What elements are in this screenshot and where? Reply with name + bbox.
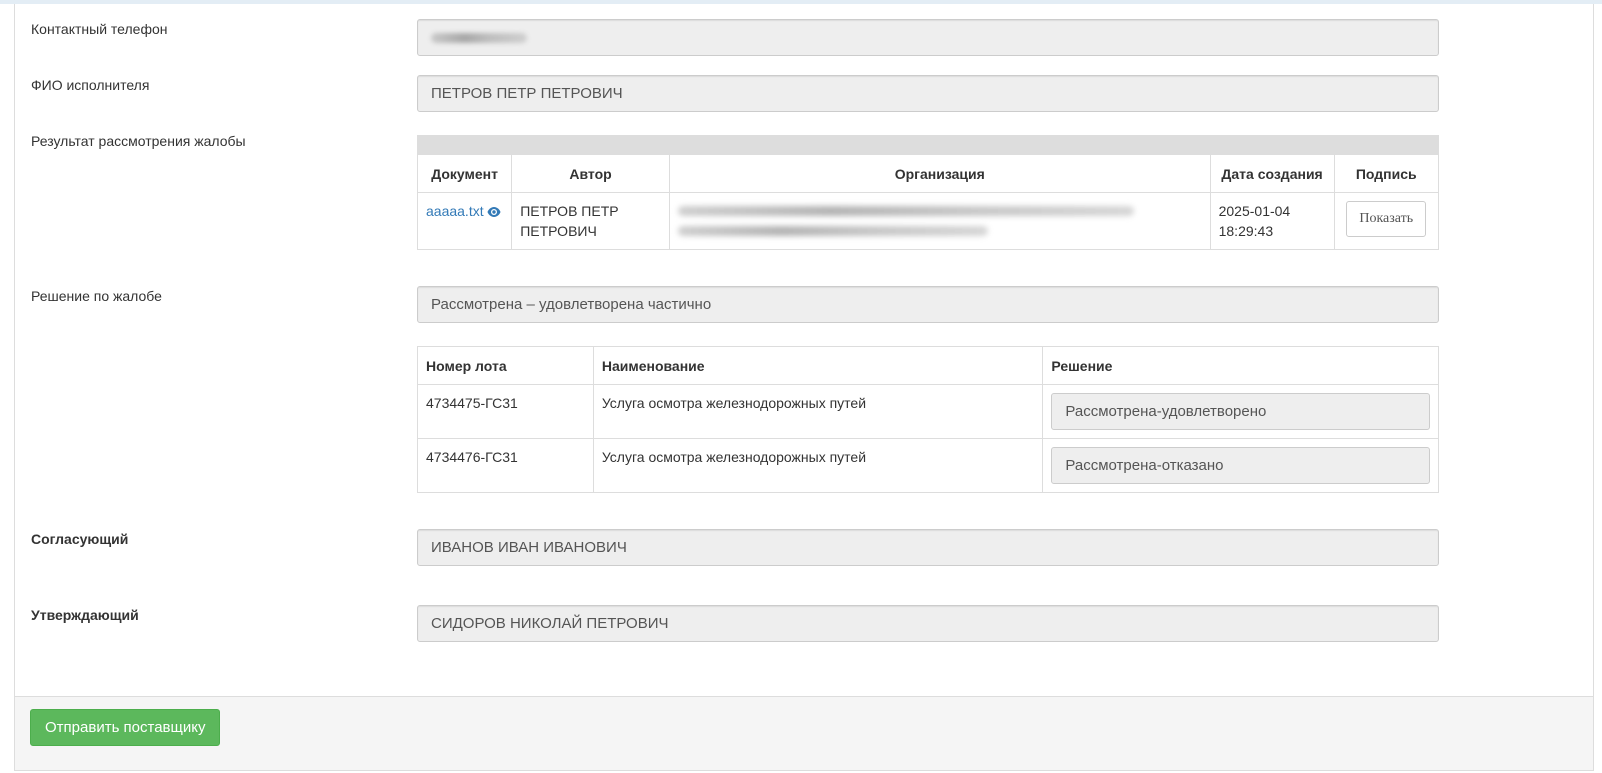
confirmer-label: Утверждающий <box>31 607 139 623</box>
col-lot-name: Наименование <box>592 346 1044 385</box>
lot-decision-field: Рассмотрена-отказано <box>1051 447 1430 484</box>
complaint-panel: Контактный телефон ФИО исполнителя ПЕТРО… <box>14 4 1594 771</box>
created-date: 2025-01-04 <box>1218 203 1291 219</box>
documents-header-row: Документ Автор Организация Дата создания… <box>416 154 1440 193</box>
approver-field: ИВАНОВ ИВАН ИВАНОВИЧ <box>417 529 1439 566</box>
col-document: Документ <box>416 154 513 193</box>
redacted-organization-line-2 <box>677 226 988 236</box>
table-row: 4734476-ГС31 Услуга осмотра железнодорож… <box>417 438 1439 493</box>
contact-phone-field <box>417 19 1439 56</box>
signature-cell: Показать <box>1333 192 1440 250</box>
author-line-2: ПЕТРОВИЧ <box>520 223 597 239</box>
col-author: Автор <box>511 154 670 193</box>
author-line-1: ПЕТРОВ ПЕТР <box>520 203 619 219</box>
decision-field: Рассмотрена – удовлетворена частично <box>417 286 1439 323</box>
approver-label: Согласующий <box>31 531 129 547</box>
redacted-organization-line-1 <box>677 206 1134 216</box>
organization-cell <box>668 192 1211 250</box>
lot-number: 4734476-ГС31 <box>417 438 594 493</box>
review-result-label: Результат рассмотрения жалобы <box>31 133 246 149</box>
lot-name: Услуга осмотра железнодорожных путей <box>592 438 1044 493</box>
table-row: 4734475-ГС31 Услуга осмотра железнодорож… <box>417 384 1439 439</box>
created-date-cell: 2025-01-04 18:29:43 <box>1209 192 1335 250</box>
panel-footer: Отправить поставщику <box>15 696 1593 770</box>
lots-header-row: Номер лота Наименование Решение <box>417 346 1439 385</box>
table-row: aaaaa.txt ПЕТРОВ ПЕТР ПЕТРОВИЧ 2025-01-0… <box>416 192 1440 250</box>
documents-table-wrap: Документ Автор Организация Дата создания… <box>416 135 1440 250</box>
contact-phone-label: Контактный телефон <box>31 21 168 37</box>
lot-decision-cell: Рассмотрена-удовлетворено <box>1042 384 1439 439</box>
lots-table-wrap: Номер лота Наименование Решение 4734475-… <box>417 346 1439 493</box>
lot-decision-field: Рассмотрена-удовлетворено <box>1051 393 1430 430</box>
col-lot-number: Номер лота <box>417 346 594 385</box>
lots-table: Номер лота Наименование Решение 4734475-… <box>417 346 1439 493</box>
confirmer-field: СИДОРОВ НИКОЛАЙ ПЕТРОВИЧ <box>417 605 1439 642</box>
send-to-supplier-button[interactable]: Отправить поставщику <box>30 709 221 746</box>
col-organization: Организация <box>668 154 1211 193</box>
show-signature-button[interactable]: Показать <box>1346 201 1427 237</box>
decision-label: Решение по жалобе <box>31 288 162 304</box>
lot-number: 4734475-ГС31 <box>417 384 594 439</box>
documents-table-header-bar <box>417 135 1439 154</box>
executor-field: ПЕТРОВ ПЕТР ПЕТРОВИЧ <box>417 75 1439 112</box>
author-cell: ПЕТРОВ ПЕТР ПЕТРОВИЧ <box>511 192 670 250</box>
redacted-phone <box>431 33 527 43</box>
created-time: 18:29:43 <box>1218 223 1274 239</box>
lot-decision-cell: Рассмотрена-отказано <box>1042 438 1439 493</box>
documents-table: Документ Автор Организация Дата создания… <box>416 154 1440 250</box>
eye-icon[interactable] <box>487 203 501 223</box>
lot-name: Услуга осмотра железнодорожных путей <box>592 384 1044 439</box>
document-cell: aaaaa.txt <box>416 192 513 250</box>
col-created-date: Дата создания <box>1209 154 1335 193</box>
executor-label: ФИО исполнителя <box>31 77 150 93</box>
document-link[interactable]: aaaaa.txt <box>426 203 484 219</box>
col-signature: Подпись <box>1333 154 1440 193</box>
col-lot-decision: Решение <box>1042 346 1439 385</box>
